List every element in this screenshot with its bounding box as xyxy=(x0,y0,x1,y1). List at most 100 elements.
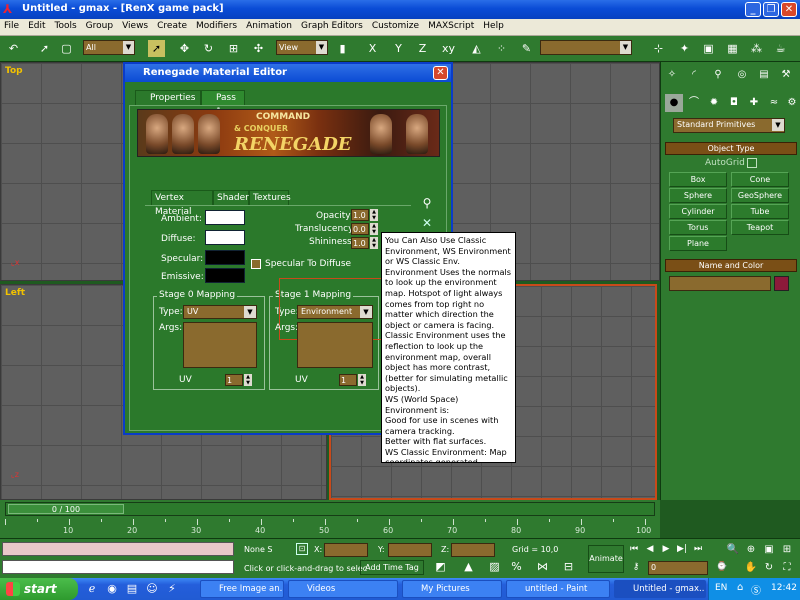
maxscript-listener[interactable] xyxy=(2,542,234,556)
pin-icon[interactable]: ⚲ xyxy=(419,196,435,212)
geometry-icon[interactable]: ● xyxy=(665,94,683,112)
close-button[interactable]: ✕ xyxy=(781,2,797,17)
translucency-spinner[interactable]: 0.0 xyxy=(351,223,369,235)
viewport-label-left[interactable]: Left xyxy=(5,288,25,298)
teapot-button[interactable]: Teapot xyxy=(731,220,789,235)
diffuse-color-swatch[interactable] xyxy=(205,230,245,245)
add-time-tag-button[interactable]: Add Time Tag xyxy=(360,560,424,575)
go-to-end-icon[interactable]: ⏭ xyxy=(692,541,704,558)
tab-pass-1[interactable]: Pass 1 xyxy=(201,90,245,117)
utilities-tab-icon[interactable]: ⚒ xyxy=(777,66,795,84)
minimize-button[interactable]: _ xyxy=(745,2,761,17)
maximize-viewport-icon[interactable]: ⛶ xyxy=(780,559,794,576)
spinner-arrows-icon[interactable]: ▲ ▼ xyxy=(358,374,366,386)
taskbar-item[interactable]: My Pictures xyxy=(402,580,502,598)
cylinder-button[interactable]: Cylinder xyxy=(669,204,727,219)
stage-0-type-dropdown[interactable]: UV ▼ xyxy=(183,305,257,319)
percent-snap-icon[interactable]: % xyxy=(508,560,525,574)
object-color-swatch[interactable] xyxy=(774,276,789,291)
mirror-icon[interactable]: ◭ xyxy=(468,40,485,57)
taskbar-item[interactable]: Free Image an... xyxy=(200,580,284,598)
menu-views[interactable]: Views xyxy=(118,19,153,31)
subtab-vertex-material[interactable]: Vertex Material xyxy=(151,190,213,217)
stage-0-args-textarea[interactable] xyxy=(183,322,257,368)
undo-icon[interactable]: ↶ xyxy=(5,40,22,57)
box-button[interactable]: Box xyxy=(669,172,727,187)
zoom-extents-all-icon[interactable]: ⊞ xyxy=(780,541,794,558)
cameras-icon[interactable]: ◘ xyxy=(725,94,743,112)
hierarchy-tab-icon[interactable]: ⚲ xyxy=(709,66,727,84)
menu-animation[interactable]: Animation xyxy=(242,19,297,31)
specular-color-swatch[interactable] xyxy=(205,250,245,265)
material-editor-icon[interactable]: ✦ xyxy=(676,40,693,57)
skype-icon[interactable]: Ⓢ xyxy=(751,582,761,597)
z-coordinate-field[interactable] xyxy=(451,543,495,557)
zoom-extents-icon[interactable]: ▣ xyxy=(762,541,776,558)
taskbar-item-active[interactable]: Untitled - gmax... xyxy=(614,580,706,598)
stage-1-args-textarea[interactable] xyxy=(297,322,373,368)
spheres-icon[interactable]: ⁂ xyxy=(748,40,765,57)
render-scene-icon[interactable]: ▣ xyxy=(700,40,717,57)
key-mode-icon[interactable]: ⚷ xyxy=(630,559,642,576)
align-icon[interactable]: ⁘ xyxy=(493,40,510,57)
region-select-icon[interactable]: ▢ xyxy=(58,40,75,57)
menu-file[interactable]: File xyxy=(0,19,24,31)
taskbar-item[interactable]: untitled - Paint xyxy=(506,580,610,598)
taskbar-item[interactable]: Videos xyxy=(288,580,398,598)
zoom-icon[interactable]: 🔍 xyxy=(726,541,740,558)
spinner-snap-icon[interactable]: ⋈ xyxy=(534,560,551,574)
tab-properties[interactable]: Properties xyxy=(135,90,201,106)
delete-icon[interactable]: ✕ xyxy=(419,216,435,232)
sphere-button[interactable]: Sphere xyxy=(669,188,727,203)
move-icon[interactable]: ✥ xyxy=(176,40,193,57)
menu-tools[interactable]: Tools xyxy=(51,19,82,31)
maxscript-input[interactable] xyxy=(2,560,234,574)
menu-help[interactable]: Help xyxy=(479,19,509,31)
named-selection-icon[interactable]: ✎ xyxy=(518,40,535,57)
time-slider-thumb[interactable]: 0 / 100 xyxy=(8,504,124,514)
start-button[interactable]: start xyxy=(0,578,78,600)
link-icon[interactable]: ✣ xyxy=(250,40,267,57)
viewport-label-top[interactable]: Top xyxy=(5,66,23,76)
systems-icon[interactable]: ⚙ xyxy=(783,94,800,112)
snap-icon[interactable]: ⊹ xyxy=(650,40,667,57)
menu-modifiers[interactable]: Modifiers xyxy=(192,19,242,31)
checker-icon[interactable]: ▦ xyxy=(724,40,741,57)
spinner-arrows-icon[interactable]: ▲ ▼ xyxy=(244,374,252,386)
modify-tab-icon[interactable]: ◜ xyxy=(685,66,703,84)
animate-button[interactable]: Animate xyxy=(588,545,624,573)
geosphere-button[interactable]: GeoSphere xyxy=(731,188,789,203)
shapes-icon[interactable]: ⌒ xyxy=(685,94,703,112)
time-slider[interactable]: 0 / 100 xyxy=(5,502,655,516)
rotate-icon[interactable]: ↻ xyxy=(200,40,217,57)
create-tab-icon[interactable]: ✧ xyxy=(663,66,681,84)
menu-graph-editors[interactable]: Graph Editors xyxy=(297,19,368,31)
scale-icon[interactable]: ⊞ xyxy=(225,40,242,57)
zoom-all-icon[interactable]: ⊕ xyxy=(744,541,758,558)
autogrid-checkbox[interactable] xyxy=(747,158,757,168)
cube-icon[interactable]: ▨ xyxy=(486,560,503,574)
y-coordinate-field[interactable] xyxy=(388,543,432,557)
opacity-spinner[interactable]: 1.0 xyxy=(351,209,369,221)
spacewarps-icon[interactable]: ≈ xyxy=(765,94,783,112)
named-selection-dropdown[interactable]: ▼ xyxy=(540,40,632,55)
clock[interactable]: 12:42 xyxy=(771,583,797,593)
shininess-spinner[interactable]: 1.0 xyxy=(351,237,369,249)
specular-to-diffuse-checkbox[interactable] xyxy=(251,259,261,269)
object-type-rollout-header[interactable]: Object Type xyxy=(665,142,797,155)
arc-rotate-icon[interactable]: ↻ xyxy=(762,559,776,576)
go-to-start-icon[interactable]: ⏮ xyxy=(628,541,640,558)
x-coordinate-field[interactable] xyxy=(324,543,368,557)
stage-0-uv-spinner[interactable]: 1 xyxy=(225,374,243,386)
reference-coordinate-dropdown[interactable]: View ▼ xyxy=(276,40,328,55)
previous-frame-icon[interactable]: ◀ xyxy=(644,541,656,558)
pivot-center-icon[interactable]: ▮ xyxy=(334,40,351,57)
ambient-color-swatch[interactable] xyxy=(205,210,245,225)
dialog-title-bar[interactable]: Renegade Material Editor ✕ xyxy=(125,64,451,82)
messenger-icon[interactable]: ☺ xyxy=(144,581,160,597)
selection-filter-dropdown[interactable]: All ▼ xyxy=(83,40,135,55)
winamp-icon[interactable]: ⚡ xyxy=(164,581,180,597)
ie-icon[interactable]: ℯ xyxy=(84,581,100,597)
menu-create[interactable]: Create xyxy=(153,19,192,31)
dialog-close-button[interactable]: ✕ xyxy=(433,66,448,80)
